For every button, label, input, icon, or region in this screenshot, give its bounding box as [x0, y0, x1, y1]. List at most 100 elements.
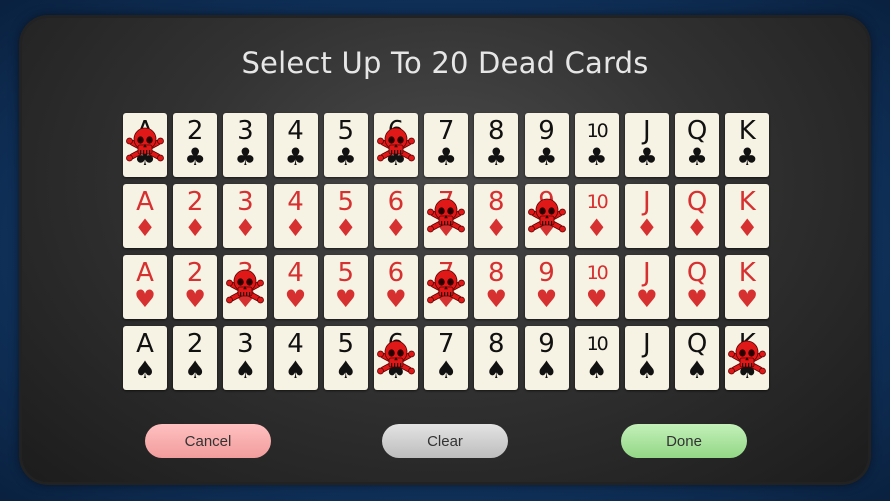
- spades-suit-icon: ♠: [284, 356, 307, 384]
- card-2-of-spades[interactable]: 2 ♠: [173, 326, 218, 390]
- done-button[interactable]: Done: [621, 424, 747, 458]
- cancel-button[interactable]: Cancel: [145, 424, 271, 458]
- clubs-suit-icon: ♣: [736, 143, 758, 171]
- card-6-of-spades[interactable]: 6♠: [373, 326, 418, 390]
- clubs-suit-icon: ♣: [435, 143, 457, 171]
- card-3-of-diamonds[interactable]: 3 ♦: [223, 184, 268, 248]
- diamonds-suit-icon: ♦: [686, 214, 708, 242]
- card-9-of-clubs[interactable]: 9 ♣: [524, 113, 569, 177]
- card-rank: 6: [387, 187, 405, 217]
- spades-suit-icon: ♠: [334, 356, 357, 384]
- card-rank: 10: [586, 333, 609, 355]
- card-j-of-clubs[interactable]: J ♣: [624, 113, 669, 177]
- diamonds-suit-icon: ♦: [284, 214, 307, 242]
- card-k-of-clubs[interactable]: K ♣: [725, 113, 770, 177]
- card-j-of-hearts[interactable]: J ♥: [624, 255, 669, 319]
- card-6-of-clubs[interactable]: 6♣: [373, 113, 418, 177]
- card-2-of-clubs[interactable]: 2 ♣: [173, 113, 218, 177]
- card-k-of-spades[interactable]: K♠: [725, 326, 770, 390]
- card-6-of-hearts[interactable]: 6 ♥: [373, 255, 418, 319]
- card-rank: 3: [237, 116, 254, 146]
- card-rank: 9: [538, 329, 555, 359]
- card-8-of-spades[interactable]: 8 ♠: [474, 326, 519, 390]
- card-3-of-clubs[interactable]: 3 ♣: [223, 113, 268, 177]
- card-9-of-hearts[interactable]: 9 ♥: [524, 255, 569, 319]
- card-q-of-clubs[interactable]: Q ♣: [675, 113, 720, 177]
- card-2-of-hearts[interactable]: 2 ♥: [173, 255, 218, 319]
- card-4-of-clubs[interactable]: 4 ♣: [273, 113, 318, 177]
- card-rank: 10: [586, 120, 609, 142]
- card-10-of-spades[interactable]: 10 ♠: [574, 326, 619, 390]
- card-j-of-diamonds[interactable]: J ♦: [624, 184, 669, 248]
- card-10-of-diamonds[interactable]: 10 ♦: [574, 184, 619, 248]
- spades-suit-icon: ♠: [435, 356, 457, 384]
- card-8-of-hearts[interactable]: 8 ♥: [474, 255, 519, 319]
- card-k-of-hearts[interactable]: K ♥: [725, 255, 770, 319]
- card-a-of-clubs[interactable]: A♣: [123, 113, 167, 177]
- card-9-of-spades[interactable]: 9 ♠: [524, 326, 569, 390]
- card-rank: 8: [488, 329, 505, 359]
- card-7-of-spades[interactable]: 7 ♠: [424, 326, 469, 390]
- card-q-of-spades[interactable]: Q ♠: [675, 326, 720, 390]
- card-4-of-diamonds[interactable]: 4 ♦: [273, 184, 318, 248]
- skull-crossbones-icon: [376, 125, 416, 165]
- card-10-of-clubs[interactable]: 10 ♣: [574, 113, 619, 177]
- card-rank: 2: [186, 329, 204, 359]
- card-5-of-spades[interactable]: 5 ♠: [323, 326, 368, 390]
- card-4-of-spades[interactable]: 4 ♠: [273, 326, 318, 390]
- hearts-suit-icon: ♥: [686, 285, 708, 313]
- card-a-of-diamonds[interactable]: A ♦: [123, 184, 167, 248]
- dialog-title: Select Up To 20 Dead Cards: [241, 46, 649, 80]
- spades-suit-icon: ♠: [585, 356, 608, 384]
- clubs-suit-icon: ♣: [535, 143, 558, 171]
- card-5-of-clubs[interactable]: 5 ♣: [323, 113, 368, 177]
- hearts-suit-icon: ♥: [385, 285, 407, 313]
- card-rank: A: [136, 258, 154, 288]
- card-7-of-clubs[interactable]: 7 ♣: [424, 113, 469, 177]
- card-k-of-diamonds[interactable]: K ♦: [725, 184, 770, 248]
- card-4-of-hearts[interactable]: 4 ♥: [273, 255, 318, 319]
- card-rank: 8: [488, 258, 505, 288]
- spades-suit-icon: ♠: [636, 356, 658, 384]
- card-rank: 9: [538, 258, 555, 288]
- skull-crossbones-icon: [376, 338, 416, 378]
- card-q-of-hearts[interactable]: Q ♥: [675, 255, 720, 319]
- clear-button[interactable]: Clear: [382, 424, 508, 458]
- card-a-of-hearts[interactable]: A ♥: [123, 255, 167, 319]
- card-3-of-hearts[interactable]: 3♥: [223, 255, 268, 319]
- diamonds-suit-icon: ♦: [585, 214, 608, 242]
- card-j-of-spades[interactable]: J ♠: [624, 326, 669, 390]
- hearts-suit-icon: ♥: [334, 285, 357, 313]
- skull-crossbones-icon: [125, 125, 165, 165]
- card-3-of-spades[interactable]: 3 ♠: [223, 326, 268, 390]
- card-7-of-diamonds[interactable]: 7♦: [424, 184, 469, 248]
- card-rank: J: [643, 258, 651, 288]
- card-rank: K: [738, 187, 756, 217]
- card-q-of-diamonds[interactable]: Q ♦: [675, 184, 720, 248]
- card-8-of-diamonds[interactable]: 8 ♦: [474, 184, 519, 248]
- card-2-of-diamonds[interactable]: 2 ♦: [173, 184, 218, 248]
- card-rank: J: [643, 116, 651, 146]
- card-6-of-diamonds[interactable]: 6 ♦: [373, 184, 418, 248]
- card-7-of-hearts[interactable]: 7♥: [424, 255, 469, 319]
- clubs-suit-icon: ♣: [184, 143, 206, 171]
- card-a-of-spades[interactable]: A ♠: [123, 326, 167, 390]
- card-5-of-diamonds[interactable]: 5 ♦: [323, 184, 368, 248]
- card-10-of-hearts[interactable]: 10 ♥: [574, 255, 619, 319]
- card-9-of-diamonds[interactable]: 9♦: [524, 184, 569, 248]
- card-8-of-clubs[interactable]: 8 ♣: [474, 113, 519, 177]
- clubs-suit-icon: ♣: [284, 143, 307, 171]
- card-5-of-hearts[interactable]: 5 ♥: [323, 255, 368, 319]
- card-rank: 7: [437, 116, 455, 146]
- spades-suit-icon: ♠: [535, 356, 558, 384]
- card-rank: 8: [488, 187, 505, 217]
- hearts-suit-icon: ♥: [585, 285, 608, 313]
- diamonds-suit-icon: ♦: [485, 214, 508, 242]
- card-rank: J: [643, 329, 651, 359]
- diamonds-suit-icon: ♦: [334, 214, 357, 242]
- diamonds-suit-icon: ♦: [234, 214, 257, 242]
- diamonds-suit-icon: ♦: [736, 214, 758, 242]
- card-rank: 3: [237, 187, 254, 217]
- clubs-suit-icon: ♣: [585, 143, 608, 171]
- clubs-suit-icon: ♣: [334, 143, 357, 171]
